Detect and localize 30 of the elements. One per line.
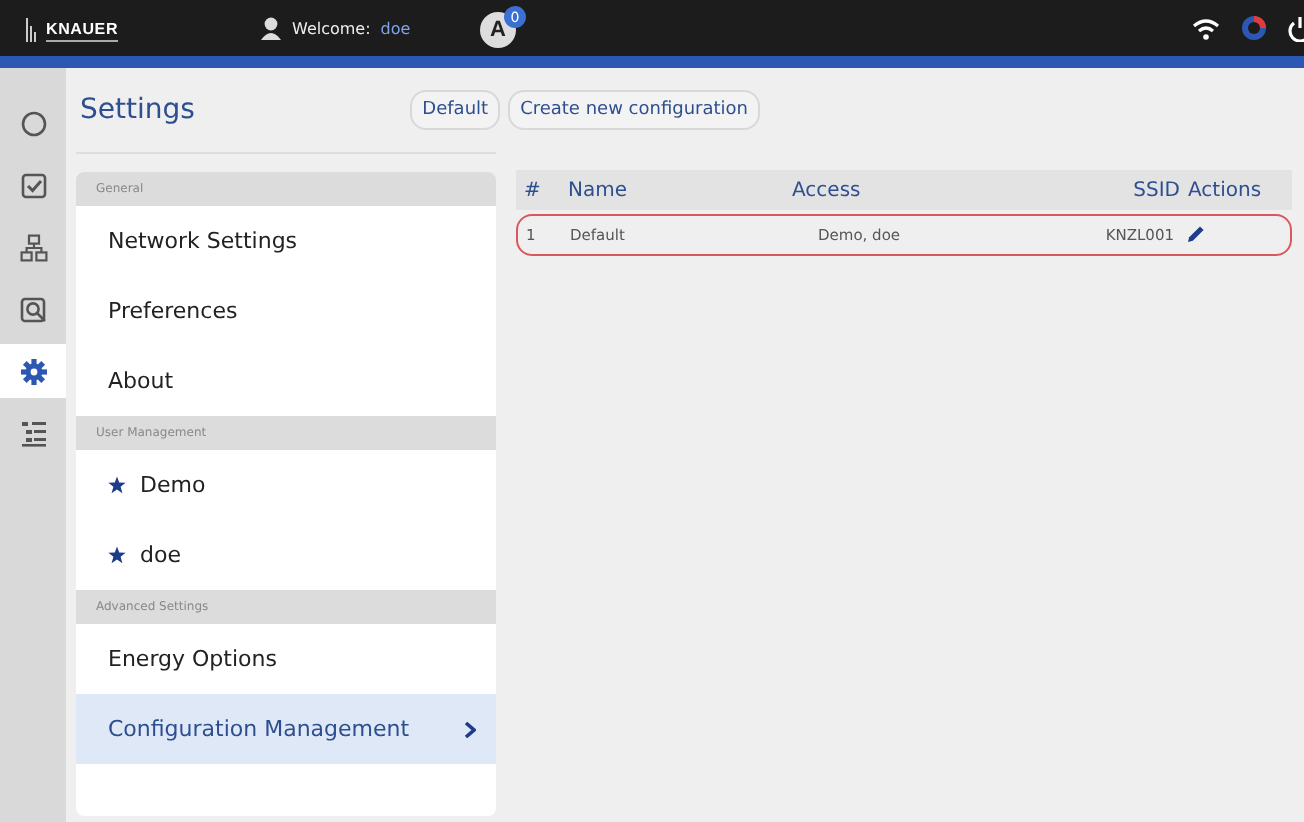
column-header: Access (790, 179, 863, 201)
settings-item[interactable]: Network Settings (76, 206, 496, 276)
logo-bars-icon (24, 14, 40, 42)
settings-item[interactable]: Preferences (76, 276, 496, 346)
search-icon (19, 295, 47, 323)
column-header: # (524, 179, 543, 201)
list-icon (19, 419, 47, 447)
user-icon (260, 16, 282, 40)
checkbox-icon (19, 171, 47, 199)
rail-tab[interactable] (0, 344, 66, 398)
settings-icon (19, 357, 47, 385)
wifi-icon (1192, 17, 1220, 39)
circle-icon (19, 109, 47, 137)
settings-item[interactable]: Energy Options (76, 624, 496, 694)
welcome-label: Welcome: (292, 19, 371, 37)
settings-item[interactable]: Demo (76, 450, 496, 520)
column-header: SSID (1131, 179, 1182, 201)
settings-item[interactable]: doe (76, 520, 496, 590)
logo-text: KNAUER (46, 20, 119, 42)
user-name[interactable]: doe (380, 19, 411, 37)
column-header: Actions (1188, 179, 1264, 201)
network-icon (19, 233, 47, 261)
settings-item[interactable]: Configuration Management (76, 694, 496, 764)
settings-item[interactable]: About (76, 346, 496, 416)
edit-icon[interactable] (1186, 223, 1206, 243)
chevron-right-icon (464, 721, 476, 737)
toolbar-button[interactable]: Create new configuration (508, 90, 760, 130)
column-header: Name (568, 179, 630, 201)
panel-title: Settings (80, 94, 197, 126)
toolbar-button[interactable]: Default (410, 90, 501, 130)
